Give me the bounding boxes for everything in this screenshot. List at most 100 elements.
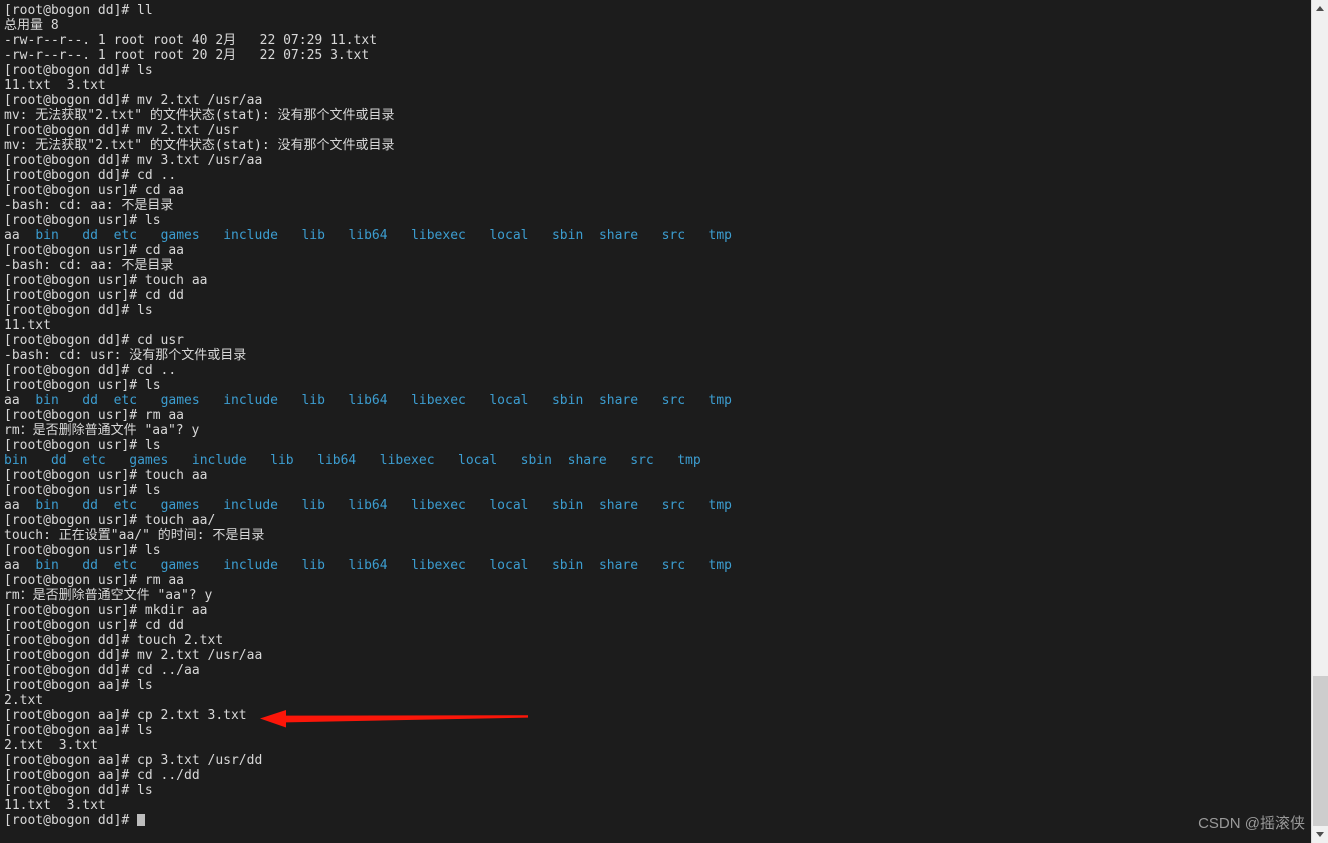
ls-entry-lib64[interactable]: lib64 bbox=[317, 453, 356, 468]
ls-entry-lib64[interactable]: lib64 bbox=[348, 498, 387, 513]
ls-entry-sbin[interactable]: sbin bbox=[521, 453, 552, 468]
terminal-prompt-line: [root@bogon dd]# mv 2.txt /usr/aa bbox=[4, 648, 1311, 663]
ls-entry-tmp[interactable]: tmp bbox=[709, 558, 732, 573]
ls-entry-aa[interactable]: aa bbox=[4, 393, 20, 408]
ls-entry-libexec[interactable]: libexec bbox=[411, 393, 466, 408]
output-text: mv: 无法获取"2.txt" 的文件状态(stat): 没有那个文件或目录 bbox=[4, 108, 395, 123]
ls-entry-etc[interactable]: etc bbox=[114, 393, 137, 408]
terminal-prompt-line: [root@bogon dd]# mv 3.txt /usr/aa bbox=[4, 153, 1311, 168]
ls-entry-lib64[interactable]: lib64 bbox=[348, 558, 387, 573]
ls-entry-bin[interactable]: bin bbox=[35, 228, 58, 243]
ls-entry-bin[interactable]: bin bbox=[4, 453, 27, 468]
scroll-up-button[interactable] bbox=[1312, 0, 1328, 17]
terminal-prompt-line: [root@bogon usr]# ls bbox=[4, 543, 1311, 558]
ls-entry-local[interactable]: local bbox=[489, 498, 528, 513]
ls-entry-src[interactable]: src bbox=[662, 228, 685, 243]
output-text: -rw-r--r--. 1 root root 20 2月 22 07:25 3… bbox=[4, 48, 370, 63]
ls-entry-etc[interactable]: etc bbox=[114, 228, 137, 243]
ls-entry-share[interactable]: share bbox=[599, 498, 638, 513]
ls-entry-tmp[interactable]: tmp bbox=[677, 453, 700, 468]
ls-entry-bin[interactable]: bin bbox=[35, 558, 58, 573]
scrollbar-thumb[interactable] bbox=[1313, 676, 1328, 826]
ls-gap bbox=[466, 393, 489, 408]
ls-entry-dd[interactable]: dd bbox=[82, 393, 98, 408]
terminal-prompt-line: [root@bogon dd]# mv 2.txt /usr/aa bbox=[4, 93, 1311, 108]
ls-entry-src[interactable]: src bbox=[662, 393, 685, 408]
ls-entry-include[interactable]: include bbox=[223, 498, 278, 513]
ls-entry-src[interactable]: src bbox=[662, 498, 685, 513]
ls-entry-libexec[interactable]: libexec bbox=[411, 558, 466, 573]
ls-entry-lib64[interactable]: lib64 bbox=[348, 228, 387, 243]
ls-gap bbox=[98, 498, 114, 513]
ls-entry-aa[interactable]: aa bbox=[4, 558, 20, 573]
ls-gap bbox=[200, 558, 223, 573]
ls-entry-games[interactable]: games bbox=[161, 558, 200, 573]
ls-entry-libexec[interactable]: libexec bbox=[411, 228, 466, 243]
ls-entry-local[interactable]: local bbox=[489, 393, 528, 408]
ls-entry-lib[interactable]: lib bbox=[301, 393, 324, 408]
ls-entry-lib[interactable]: lib bbox=[301, 558, 324, 573]
ls-entry-tmp[interactable]: tmp bbox=[709, 228, 732, 243]
prompt-text: [root@bogon usr]# ls bbox=[4, 378, 161, 393]
ls-entry-bin[interactable]: bin bbox=[35, 393, 58, 408]
terminal-prompt-line: [root@bogon usr]# cd dd bbox=[4, 618, 1311, 633]
ls-gap bbox=[388, 498, 411, 513]
terminal-output-area[interactable]: [root@bogon dd]# ll 总用量 8 -rw-r--r--. 1 ro… bbox=[0, 0, 1311, 843]
ls-entry-src[interactable]: src bbox=[630, 453, 653, 468]
terminal-prompt-line: [root@bogon dd]# cd .. bbox=[4, 168, 1311, 183]
ls-entry-lib[interactable]: lib bbox=[270, 453, 293, 468]
terminal-prompt-line: [root@bogon aa]# ls bbox=[4, 723, 1311, 738]
ls-gap bbox=[638, 558, 661, 573]
ls-entry-sbin[interactable]: sbin bbox=[552, 498, 583, 513]
ls-entry-aa[interactable]: aa bbox=[4, 228, 20, 243]
ls-entry-sbin[interactable]: sbin bbox=[552, 228, 583, 243]
ls-entry-tmp[interactable]: tmp bbox=[709, 393, 732, 408]
ls-entry-dd[interactable]: dd bbox=[51, 453, 67, 468]
ls-entry-libexec[interactable]: libexec bbox=[411, 498, 466, 513]
ls-entry-games[interactable]: games bbox=[161, 393, 200, 408]
ls-entry-sbin[interactable]: sbin bbox=[552, 393, 583, 408]
ls-entry-include[interactable]: include bbox=[223, 558, 278, 573]
ls-entry-local[interactable]: local bbox=[458, 453, 497, 468]
ls-entry-share[interactable]: share bbox=[599, 228, 638, 243]
ls-entry-etc[interactable]: etc bbox=[82, 453, 105, 468]
ls-entry-lib64[interactable]: lib64 bbox=[348, 393, 387, 408]
vertical-scrollbar[interactable] bbox=[1311, 0, 1328, 843]
ls-entry-dd[interactable]: dd bbox=[82, 558, 98, 573]
ls-entry-src[interactable]: src bbox=[662, 558, 685, 573]
ls-entry-sbin[interactable]: sbin bbox=[552, 558, 583, 573]
ls-entry-games[interactable]: games bbox=[161, 498, 200, 513]
ls-entry-include[interactable]: include bbox=[192, 453, 247, 468]
ls-entry-lib[interactable]: lib bbox=[301, 228, 324, 243]
ls-entry-tmp[interactable]: tmp bbox=[709, 498, 732, 513]
ls-entry-local[interactable]: local bbox=[489, 558, 528, 573]
prompt-text: [root@bogon dd]# mv 3.txt /usr/aa bbox=[4, 153, 263, 168]
ls-entry-dd[interactable]: dd bbox=[82, 228, 98, 243]
ls-entry-aa[interactable]: aa bbox=[4, 498, 20, 513]
ls-entry-etc[interactable]: etc bbox=[114, 558, 137, 573]
ls-entry-etc[interactable]: etc bbox=[114, 498, 137, 513]
ls-entry-lib[interactable]: lib bbox=[301, 498, 324, 513]
ls-gap bbox=[466, 228, 489, 243]
prompt-text: [root@bogon dd]# ll bbox=[4, 3, 153, 18]
terminal-output-line: 总用量 8 bbox=[4, 18, 1311, 33]
terminal-output-line: 11.txt 3.txt bbox=[4, 798, 1311, 813]
ls-entry-include[interactable]: include bbox=[223, 228, 278, 243]
ls-gap bbox=[356, 453, 379, 468]
chevron-down-icon bbox=[1316, 832, 1324, 837]
terminal-prompt-line: [root@bogon usr]# mkdir aa bbox=[4, 603, 1311, 618]
scroll-down-button[interactable] bbox=[1312, 826, 1328, 843]
ls-entry-games[interactable]: games bbox=[161, 228, 200, 243]
ls-gap bbox=[247, 453, 270, 468]
ls-entry-dd[interactable]: dd bbox=[82, 498, 98, 513]
prompt-text: [root@bogon usr]# rm aa bbox=[4, 573, 185, 588]
ls-entry-libexec[interactable]: libexec bbox=[380, 453, 435, 468]
ls-entry-bin[interactable]: bin bbox=[35, 498, 58, 513]
ls-entry-share[interactable]: share bbox=[599, 393, 638, 408]
ls-entry-include[interactable]: include bbox=[223, 393, 278, 408]
ls-entry-share[interactable]: share bbox=[568, 453, 607, 468]
ls-entry-share[interactable]: share bbox=[599, 558, 638, 573]
csdn-watermark: CSDN @摇滚侠 bbox=[1198, 815, 1305, 832]
ls-entry-local[interactable]: local bbox=[489, 228, 528, 243]
ls-entry-games[interactable]: games bbox=[129, 453, 168, 468]
